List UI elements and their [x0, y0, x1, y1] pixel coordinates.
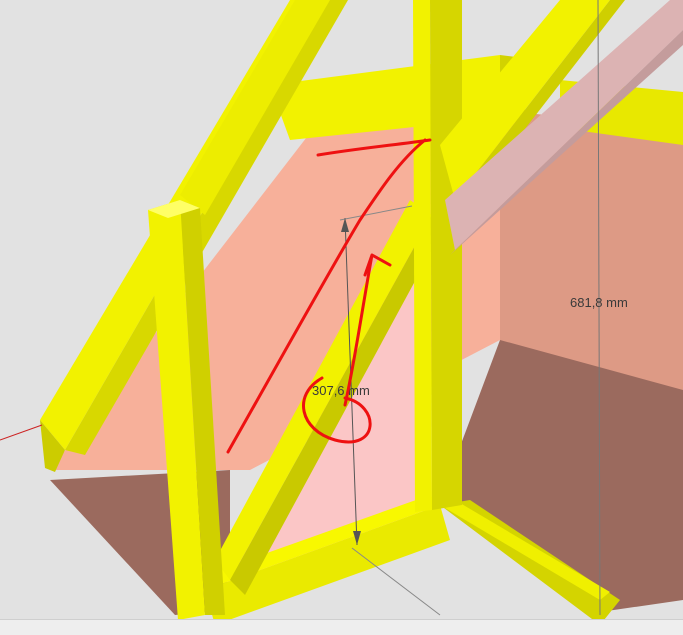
status-bar	[0, 619, 683, 635]
center-post-side	[430, 0, 462, 510]
dimension-label-right: 681,8 mm	[570, 295, 628, 310]
dimension-label-left: 307,6 mm	[312, 383, 370, 398]
center-post[interactable]	[413, 0, 432, 512]
modeling-viewport[interactable]: 307,6 mm 681,8 mm	[0, 0, 683, 635]
